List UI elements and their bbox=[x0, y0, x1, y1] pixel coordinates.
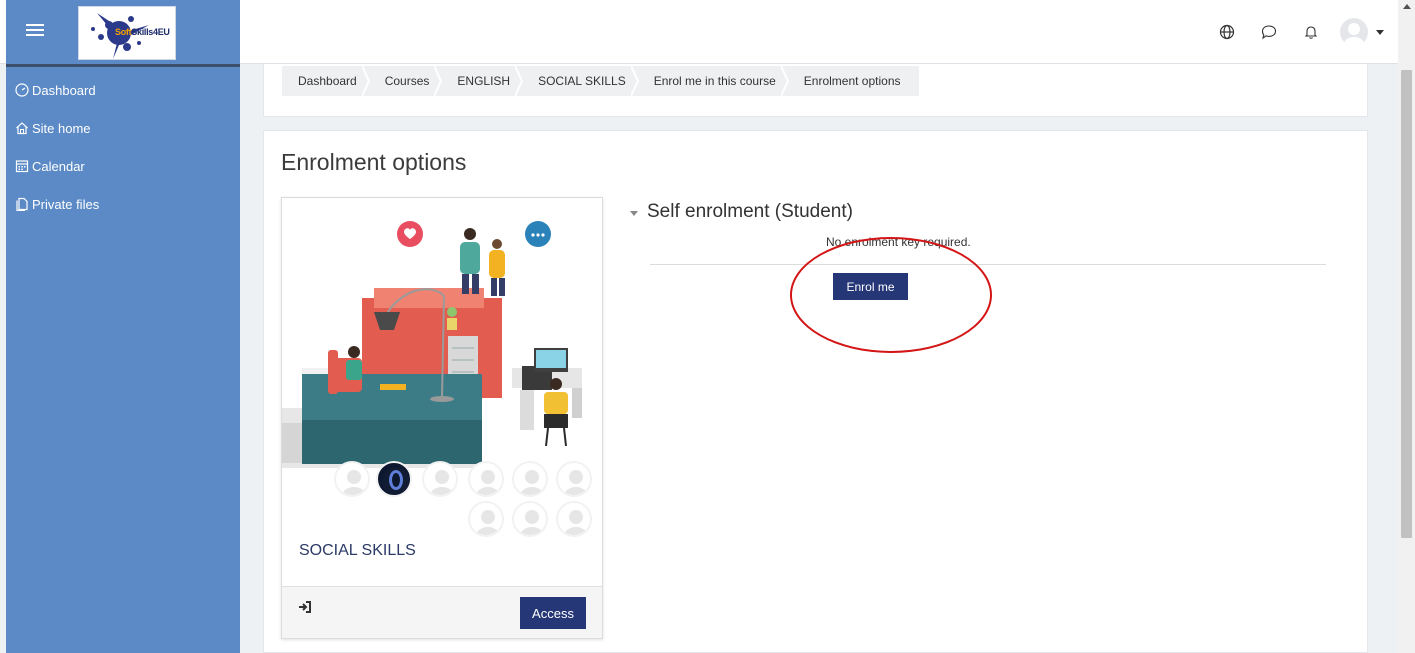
breadcrumb: Dashboard Courses ENGLISH SOCIAL SKILLS … bbox=[282, 66, 919, 96]
user-avatar[interactable] bbox=[1340, 18, 1368, 46]
breadcrumb-item-current: Enrolment options bbox=[803, 74, 901, 88]
avatar[interactable] bbox=[422, 461, 458, 497]
breadcrumb-separator-icon bbox=[361, 66, 370, 96]
menu-toggle-icon[interactable] bbox=[26, 24, 44, 38]
navbar-brand-area: SoftSkills4EU bbox=[6, 0, 240, 64]
navbar-icons bbox=[1214, 18, 1384, 46]
access-button[interactable]: Access bbox=[520, 597, 586, 629]
scroll-thumb[interactable] bbox=[1401, 70, 1412, 538]
avatar[interactable] bbox=[376, 461, 412, 497]
sidebar-item-label: Private files bbox=[32, 196, 100, 212]
scroll-up-arrow-icon[interactable] bbox=[1403, 4, 1411, 9]
breadcrumb-separator-icon bbox=[434, 66, 443, 96]
top-navbar: SoftSkills4EU bbox=[0, 0, 1398, 64]
page-scrollbar[interactable] bbox=[1398, 0, 1415, 653]
avatar[interactable] bbox=[556, 501, 592, 537]
sidebar-item-site-home[interactable]: Site home bbox=[6, 109, 240, 147]
enrolment-key-note: No enrolment key required. bbox=[826, 235, 971, 249]
self-enrolment-title: Self enrolment (Student) bbox=[647, 201, 853, 222]
avatar[interactable] bbox=[468, 461, 504, 497]
globe-icon[interactable] bbox=[1214, 19, 1240, 45]
enrol-me-button[interactable]: Enrol me bbox=[833, 273, 908, 300]
sidebar-item-label: Dashboard bbox=[32, 82, 96, 98]
dashboard-icon bbox=[15, 83, 29, 97]
course-card-footer: Access bbox=[282, 586, 602, 638]
bell-icon[interactable] bbox=[1298, 19, 1324, 45]
sidebar-item-label: Site home bbox=[32, 120, 91, 136]
sidebar-item-dashboard[interactable]: Dashboard bbox=[6, 71, 240, 109]
files-icon bbox=[16, 197, 28, 211]
breadcrumb-separator-icon bbox=[780, 66, 789, 96]
avatar[interactable] bbox=[556, 461, 592, 497]
home-icon bbox=[16, 122, 28, 135]
self-enrolment-header[interactable]: Self enrolment (Student) bbox=[630, 201, 1326, 223]
breadcrumb-separator-icon bbox=[630, 66, 639, 96]
main-content: Enrolment options SOCIAL SKILLS Access S… bbox=[263, 130, 1368, 653]
breadcrumb-separator-icon bbox=[515, 66, 524, 96]
breadcrumb-item-social-skills[interactable]: SOCIAL SKILLS bbox=[522, 66, 639, 96]
avatar[interactable] bbox=[512, 501, 548, 537]
user-menu-caret-icon[interactable] bbox=[1376, 29, 1384, 35]
site-logo[interactable]: SoftSkills4EU bbox=[78, 6, 176, 60]
course-image bbox=[282, 198, 602, 488]
breadcrumb-card: Dashboard Courses ENGLISH SOCIAL SKILLS … bbox=[263, 64, 1368, 117]
breadcrumb-item-english[interactable]: ENGLISH bbox=[441, 66, 524, 96]
sign-in-icon[interactable] bbox=[298, 600, 312, 614]
course-name-link[interactable]: SOCIAL SKILLS bbox=[299, 542, 416, 560]
sidebar-item-calendar[interactable]: Calendar bbox=[6, 147, 240, 185]
sidebar-item-private-files[interactable]: Private files bbox=[6, 185, 240, 223]
breadcrumb-item-courses[interactable]: Courses bbox=[369, 66, 443, 96]
avatar[interactable] bbox=[334, 461, 370, 497]
sidebar-item-label: Calendar bbox=[32, 158, 85, 174]
logo-text: SoftSkills4EU bbox=[115, 27, 170, 37]
avatar[interactable] bbox=[468, 501, 504, 537]
breadcrumb-item-dashboard[interactable]: Dashboard bbox=[282, 66, 370, 96]
calendar-icon bbox=[15, 160, 29, 173]
divider bbox=[650, 264, 1326, 265]
self-enrolment-section: Self enrolment (Student) No enrolment ke… bbox=[630, 201, 1326, 300]
course-card: SOCIAL SKILLS Access bbox=[281, 197, 603, 639]
chat-icon[interactable] bbox=[1256, 19, 1282, 45]
sidebar: Dashboard Site home Calendar Private fil… bbox=[6, 64, 240, 653]
avatar[interactable] bbox=[512, 461, 548, 497]
page-title: Enrolment options bbox=[281, 149, 467, 175]
collapse-caret-icon[interactable] bbox=[630, 210, 638, 216]
breadcrumb-item-enrol-me[interactable]: Enrol me in this course bbox=[638, 66, 789, 96]
